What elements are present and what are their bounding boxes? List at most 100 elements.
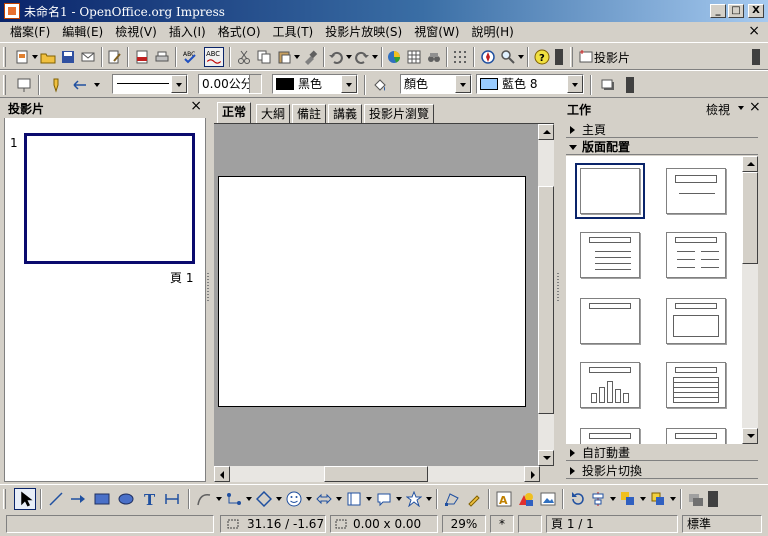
section-master-pages[interactable]: 主頁 (566, 122, 758, 138)
section-layouts[interactable]: 版面配置 (566, 139, 758, 155)
tab-normal[interactable]: 正常 (217, 102, 252, 124)
new-document-icon[interactable] (14, 49, 30, 65)
menu-tools[interactable]: 工具(T) (267, 23, 320, 41)
arrange-icon[interactable] (620, 491, 636, 507)
email-icon[interactable] (80, 49, 96, 65)
horizontal-scroll-thumb[interactable] (324, 466, 428, 482)
shapes-gallery-icon[interactable] (518, 491, 534, 507)
layout-title-only[interactable] (580, 298, 640, 344)
block-arrows-icon[interactable] (316, 491, 332, 507)
left-splitter[interactable] (206, 98, 210, 482)
section-custom-animation[interactable]: 自訂動畫 (566, 445, 758, 461)
extrusion-toggle-icon[interactable] (688, 491, 704, 507)
area-fill-icon[interactable] (372, 77, 388, 93)
insert-image-icon[interactable] (540, 491, 556, 507)
line-tool-icon[interactable] (48, 491, 64, 507)
line-width-field[interactable]: 0.00公分 (198, 74, 262, 94)
status-signature[interactable] (518, 515, 542, 533)
redo-icon[interactable] (354, 49, 370, 65)
hscroll-left-button[interactable] (214, 466, 230, 482)
menu-format[interactable]: 格式(O) (212, 23, 267, 41)
right-splitter[interactable] (556, 98, 560, 482)
slides-button-label[interactable]: 投影片 (594, 49, 630, 66)
layouts-scroll-down-button[interactable] (742, 428, 758, 444)
slide-thumbnail[interactable] (24, 133, 195, 264)
navigator-icon[interactable] (426, 49, 442, 65)
menu-file[interactable]: 檔案(F) (4, 23, 56, 41)
rotate-icon[interactable] (570, 491, 586, 507)
fontwork-icon[interactable]: A (496, 491, 512, 507)
layout-blank[interactable] (575, 163, 645, 219)
layouts-scroll-up-button[interactable] (742, 156, 758, 172)
layout-title-chart[interactable] (580, 362, 640, 408)
impress-app-icon[interactable] (4, 3, 20, 19)
navigator-compass-icon[interactable] (480, 49, 496, 65)
arrow-style-icon[interactable] (72, 77, 88, 93)
menu-view[interactable]: 檢視(V) (109, 23, 163, 41)
layout-two-columns[interactable] (666, 232, 726, 278)
tab-outline[interactable]: 大綱 (256, 104, 291, 124)
minimize-button[interactable]: _ (710, 4, 726, 18)
connector-icon[interactable] (226, 491, 242, 507)
layouts-scroll-thumb[interactable] (742, 172, 758, 264)
toolbar2-overflow-icon[interactable] (752, 49, 760, 65)
slide-page[interactable] (218, 176, 526, 407)
export-pdf-icon[interactable] (134, 49, 150, 65)
text-icon[interactable]: T (142, 491, 158, 507)
status-zoom[interactable]: 29% (442, 515, 486, 533)
vertical-scroll-thumb[interactable] (538, 186, 554, 414)
cut-icon[interactable] (236, 49, 252, 65)
layout-title-object[interactable] (666, 428, 726, 444)
ellipse-icon[interactable] (118, 491, 134, 507)
autospellcheck-icon[interactable]: ABC (204, 47, 224, 67)
vscroll-up-button[interactable] (538, 124, 554, 140)
menu-help[interactable]: 說明(H) (465, 23, 519, 41)
hscroll-right-button[interactable] (524, 466, 540, 482)
tasks-view-dropdown-icon[interactable] (738, 106, 744, 110)
menu-insert[interactable]: 插入(I) (163, 23, 212, 41)
menu-window[interactable]: 視窗(W) (408, 23, 465, 41)
basic-shapes-icon[interactable] (256, 491, 272, 507)
section-slide-transition[interactable]: 投影片切換 (566, 463, 758, 479)
select-pointer-icon[interactable] (14, 488, 36, 510)
glue-points-icon[interactable] (466, 491, 482, 507)
zoom-icon[interactable] (500, 49, 516, 65)
new-slide-icon[interactable] (578, 49, 594, 65)
layout-title-clipart[interactable] (580, 428, 640, 444)
toolbar-overflow-icon[interactable] (555, 49, 563, 65)
paste-icon[interactable] (276, 49, 292, 65)
vscroll-down-button[interactable] (538, 450, 554, 466)
styles-icon[interactable] (16, 77, 32, 93)
close-window-button[interactable]: X (748, 4, 764, 18)
close-document-button[interactable]: × (748, 24, 760, 38)
help-icon[interactable]: ? (534, 49, 550, 65)
toolbar3-overflow-icon[interactable] (626, 77, 634, 93)
tasks-panel-close-button[interactable]: × (749, 99, 761, 115)
layout-title-content[interactable] (580, 232, 640, 278)
grid-icon[interactable] (452, 49, 468, 65)
curve-icon[interactable] (196, 491, 212, 507)
save-icon[interactable] (60, 49, 76, 65)
line-width-spinner[interactable] (249, 75, 261, 93)
fill-type-select[interactable]: 顏色 (400, 74, 472, 94)
fit-text-icon[interactable] (164, 491, 180, 507)
chart-icon[interactable] (386, 49, 402, 65)
toolbar-grip[interactable] (3, 47, 6, 67)
spellcheck-icon[interactable]: ABC (182, 49, 198, 65)
print-icon[interactable] (154, 49, 170, 65)
layout-title-slide[interactable] (666, 168, 726, 214)
layout-title-table[interactable] (666, 362, 726, 408)
format-paintbrush-icon[interactable] (302, 49, 318, 65)
symbol-shapes-icon[interactable] (286, 491, 302, 507)
points-icon[interactable] (444, 491, 460, 507)
open-folder-icon[interactable] (40, 49, 56, 65)
shadow-icon[interactable] (600, 77, 616, 93)
menu-slideshow[interactable]: 投影片放映(S) (319, 23, 408, 41)
maximize-button[interactable]: □ (728, 4, 744, 18)
rectangle-icon[interactable] (94, 491, 110, 507)
table-icon[interactable] (406, 49, 422, 65)
drawbar-overflow-icon[interactable] (708, 491, 718, 507)
layout-centered-text[interactable] (666, 298, 726, 344)
stars-icon[interactable] (406, 491, 422, 507)
callouts-icon[interactable] (376, 491, 392, 507)
